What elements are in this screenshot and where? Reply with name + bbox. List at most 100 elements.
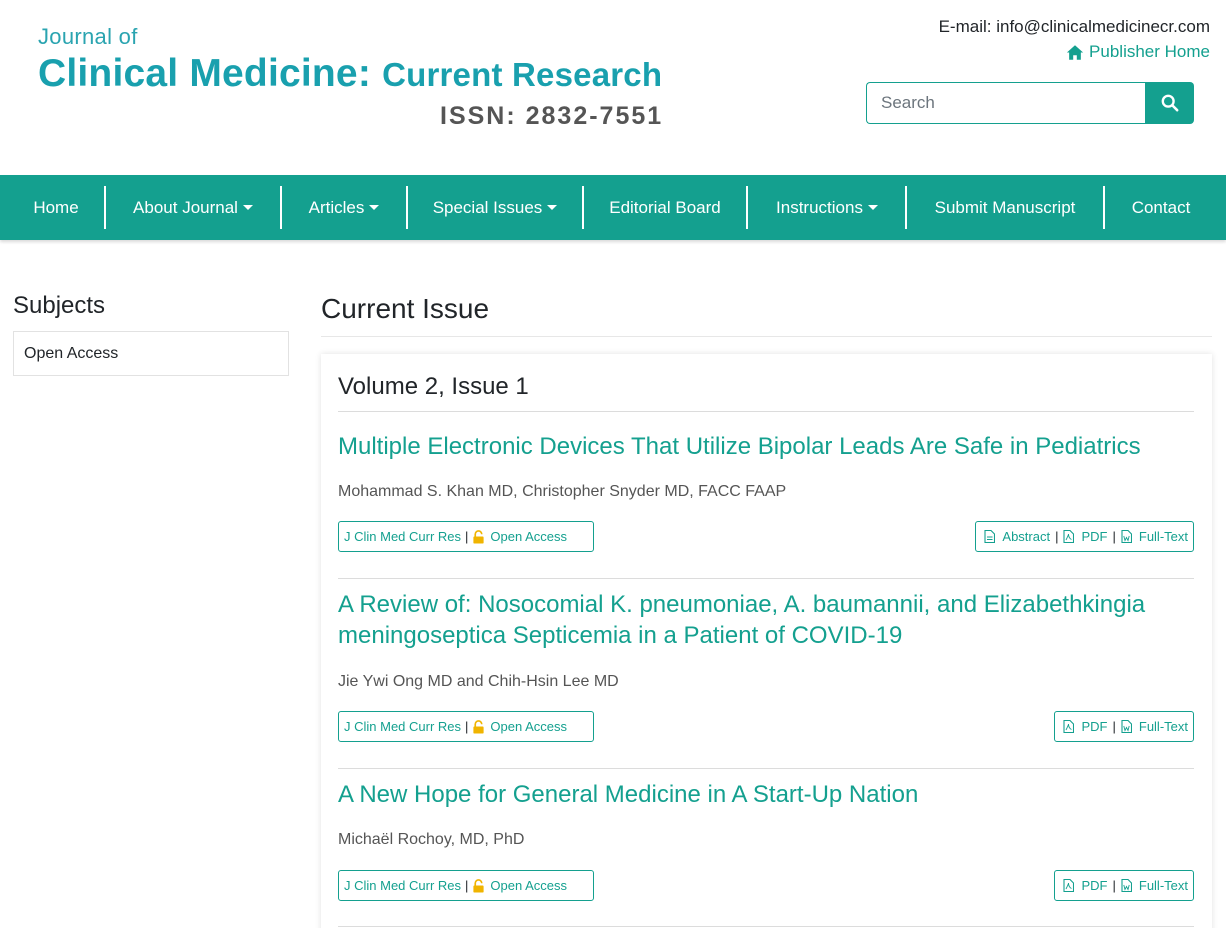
- publisher-home-label: Publisher Home: [1089, 42, 1210, 61]
- volume-heading: Volume 2, Issue 1: [338, 373, 529, 400]
- full-text-link[interactable]: Full-Text: [1121, 529, 1188, 544]
- full-text-link-label: Full-Text: [1138, 878, 1188, 893]
- page-title: Current Issue: [321, 293, 490, 324]
- nav-instructions[interactable]: Instructions: [758, 175, 896, 240]
- journal-abbrev: J Clin Med Curr Res: [344, 529, 462, 544]
- article-links-badge: PDF | Full-Text: [1054, 711, 1194, 742]
- pdf-link[interactable]: PDF: [1063, 529, 1107, 544]
- caret-down-icon: [369, 205, 380, 210]
- logo-title: Clinical Medicine: Current Research: [38, 52, 662, 96]
- lock-icon: [473, 529, 485, 543]
- nav-home-label: Home: [33, 197, 79, 217]
- nav-about-journal[interactable]: About Journal: [116, 175, 270, 240]
- pdf-link-label: PDF: [1081, 719, 1108, 734]
- access-label: Open Access: [490, 878, 568, 893]
- divider: [321, 336, 1212, 337]
- search-form: [866, 82, 1194, 124]
- nav-special-issues-label: Special Issues: [432, 197, 543, 217]
- pdf-icon: [1063, 879, 1075, 892]
- divider: [338, 768, 1194, 769]
- separator: |: [1112, 529, 1116, 544]
- pdf-link[interactable]: PDF: [1063, 878, 1107, 893]
- pdf-icon: [1063, 720, 1075, 733]
- caret-down-icon: [547, 205, 558, 210]
- search-icon: [1161, 94, 1178, 112]
- article-title-link[interactable]: A Review of: Nosocomial K. pneumoniae, A…: [338, 589, 1194, 651]
- subject-item-open-access[interactable]: Open Access: [13, 331, 289, 376]
- article-title-link[interactable]: A New Hope for General Medicine in A Sta…: [338, 779, 1194, 810]
- contact-email[interactable]: E-mail: info@clinicalmedicinecr.com: [939, 17, 1210, 37]
- nav-articles-label: Articles: [308, 197, 365, 217]
- issue-card: Volume 2, Issue 1 Multiple Electronic De…: [321, 354, 1212, 928]
- document-icon: [984, 530, 996, 543]
- pdf-icon: [1063, 530, 1075, 543]
- full-text-link[interactable]: Full-Text: [1121, 878, 1188, 893]
- full-text-link[interactable]: Full-Text: [1121, 719, 1188, 734]
- abstract-link[interactable]: Abstract: [984, 529, 1050, 544]
- nav-articles[interactable]: Articles: [292, 175, 396, 240]
- caret-down-icon: [867, 205, 878, 210]
- nav-instructions-label: Instructions: [776, 197, 863, 217]
- article-title-link[interactable]: Multiple Electronic Devices That Utilize…: [338, 431, 1194, 462]
- nav-divider: [582, 186, 584, 229]
- access-label: Open Access: [490, 529, 568, 544]
- journal-abbrev: J Clin Med Curr Res: [344, 719, 462, 734]
- word-document-icon: [1121, 720, 1132, 733]
- separator: |: [1112, 719, 1116, 734]
- pdf-link-label: PDF: [1081, 878, 1108, 893]
- journal-logo[interactable]: Journal of Clinical Medicine: Current Re…: [38, 24, 662, 136]
- separator: |: [1112, 878, 1116, 893]
- nav-about-journal-label: About Journal: [133, 197, 238, 217]
- pdf-link-label: PDF: [1081, 529, 1108, 544]
- divider: [338, 926, 1194, 927]
- logo-line1: Journal of: [38, 24, 138, 49]
- abstract-link-label: Abstract: [1002, 529, 1051, 544]
- article-authors: Mohammad S. Khan MD, Christopher Snyder …: [338, 483, 787, 500]
- nav-submit-manuscript-label: Submit Manuscript: [934, 197, 1076, 217]
- separator: |: [465, 719, 469, 734]
- logo-issn: ISSN: 2832-7551: [440, 102, 664, 130]
- nav-submit-manuscript[interactable]: Submit Manuscript: [917, 175, 1093, 240]
- article-links-badge: PDF | Full-Text: [1054, 870, 1194, 901]
- separator: |: [465, 529, 469, 544]
- access-label: Open Access: [490, 719, 568, 734]
- separator: |: [1055, 529, 1059, 544]
- journal-abbrev: J Clin Med Curr Res: [344, 878, 462, 893]
- article-journal-badge[interactable]: J Clin Med Curr Res | Open Access: [338, 711, 594, 742]
- nav-editorial-board[interactable]: Editorial Board: [594, 175, 736, 240]
- article-authors: Jie Ywi Ong MD and Chih-Hsin Lee MD: [338, 673, 619, 690]
- nav-home[interactable]: Home: [18, 175, 94, 240]
- nav-contact-label: Contact: [1131, 197, 1191, 217]
- article-authors: Michaël Rochoy, MD, PhD: [338, 831, 525, 848]
- full-text-link-label: Full-Text: [1138, 529, 1188, 544]
- full-text-link-label: Full-Text: [1138, 719, 1188, 734]
- nav-divider: [280, 186, 282, 229]
- main-navbar: Home About Journal Articles Special Issu…: [0, 175, 1226, 240]
- caret-down-icon: [242, 205, 253, 210]
- article-journal-badge[interactable]: J Clin Med Curr Res | Open Access: [338, 870, 594, 901]
- divider: [338, 578, 1194, 579]
- lock-icon: [473, 878, 485, 892]
- nav-divider: [104, 186, 106, 229]
- nav-divider: [905, 186, 907, 229]
- nav-divider: [1103, 186, 1105, 229]
- word-document-icon: [1121, 530, 1132, 543]
- article-links-badge: Abstract | PDF | Full-Text: [975, 521, 1194, 552]
- separator: |: [465, 878, 469, 893]
- publisher-home-link[interactable]: Publisher Home: [1066, 42, 1210, 62]
- logo-title-sub: Current Research: [382, 56, 663, 93]
- nav-special-issues[interactable]: Special Issues: [418, 175, 572, 240]
- site-header: Journal of Clinical Medicine: Current Re…: [0, 0, 1226, 175]
- article-journal-badge[interactable]: J Clin Med Curr Res | Open Access: [338, 521, 594, 552]
- subjects-heading: Subjects: [13, 292, 106, 319]
- subject-item-label: Open Access: [24, 344, 119, 362]
- search-button[interactable]: [1145, 82, 1194, 124]
- divider: [338, 411, 1194, 412]
- nav-divider: [406, 186, 408, 229]
- search-input[interactable]: [866, 82, 1145, 124]
- word-document-icon: [1121, 879, 1132, 892]
- nav-divider: [746, 186, 748, 229]
- nav-contact[interactable]: Contact: [1115, 175, 1207, 240]
- logo-title-main: Clinical Medicine:: [38, 52, 372, 95]
- pdf-link[interactable]: PDF: [1063, 719, 1107, 734]
